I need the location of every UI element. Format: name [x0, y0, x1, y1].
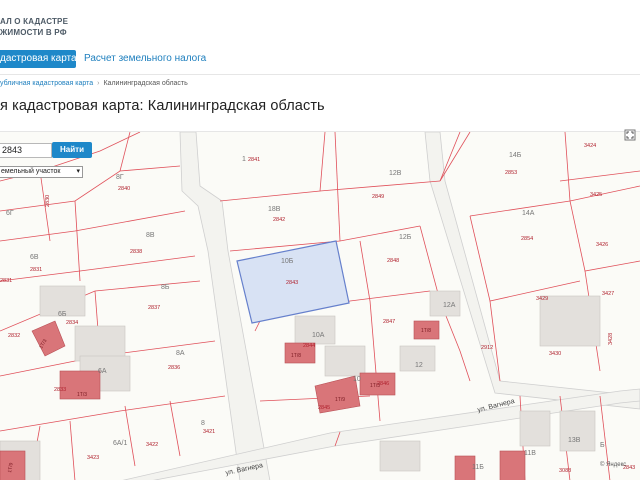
cad-number: 3429 — [536, 296, 548, 302]
parcel-id: 6В — [30, 254, 39, 261]
parcel-id: 10Б — [281, 258, 294, 265]
cad-number: 2842 — [273, 217, 285, 223]
cad-number: 3088 — [559, 468, 571, 474]
parcel-id: 6А — [98, 368, 107, 375]
tab-cadastral-map[interactable]: дастровая карта — [0, 50, 76, 68]
parcel-id: 10А — [312, 332, 325, 339]
parcel-id: 12В — [389, 170, 402, 177]
parcel-id: 11В — [524, 450, 536, 457]
parcel-id: 11Б — [472, 464, 484, 471]
cad-number: 3421 — [203, 429, 215, 435]
parcel-id: 18В — [268, 206, 281, 213]
cad-number: 2848 — [387, 258, 399, 264]
cad-number: 3428 — [608, 333, 614, 345]
building-label: 1Т/3 — [77, 392, 87, 398]
cad-number: 2845 — [318, 405, 330, 411]
map-canvas[interactable]: 1 8Г 6Г 8В 6В 8Б 6Б 8А 6А 6А/1 8 18В 10Б… — [0, 132, 640, 480]
parcel-id: 12 — [415, 362, 423, 369]
parcel-id: 10 — [353, 376, 361, 383]
building-label: 1Т/8 — [291, 353, 301, 359]
parcel-id: 8В — [146, 232, 155, 239]
chevron-down-icon: ▾ — [76, 168, 80, 175]
parcel-id: 8А — [176, 350, 185, 357]
cad-number: 3427 — [602, 291, 614, 297]
parcel-id: 8Б — [161, 284, 170, 291]
parcel-id: 14А — [522, 210, 535, 217]
search-input[interactable]: 2843 — [0, 143, 52, 158]
cad-number: 2832 — [8, 333, 20, 339]
breadcrumb-separator: › — [97, 80, 100, 87]
building-labels: 1Т/3 1Т/3 1Т/8 1Т/9 1Т/3 1Т/8 1Т/9 — [7, 328, 431, 473]
parcel-id: 12А — [443, 302, 456, 309]
cad-number: 2831 — [0, 278, 12, 284]
cad-number: 3424 — [584, 143, 596, 149]
cad-number: 2854 — [521, 236, 533, 242]
cad-number: 2836 — [168, 365, 180, 371]
building-label: 1Т/9 — [335, 397, 345, 403]
cad-number: 2912 — [481, 345, 493, 351]
page-title: я кадастровая карта: Калининградская обл… — [0, 98, 325, 114]
cad-number: 2843 — [286, 280, 298, 286]
cadastral-map[interactable]: 1 8Г 6Г 8В 6В 8Б 6Б 8А 6А 6А/1 8 18В 10Б… — [0, 131, 640, 480]
site-header: АЛ О КАДАСТРЕ ЖИМОСТИ В РФ — [0, 0, 640, 50]
map-credit[interactable]: © Яндекс — [600, 462, 626, 468]
breadcrumb-current: Калининградская область — [103, 80, 188, 87]
logo-text-line2[interactable]: ЖИМОСТИ В РФ — [0, 28, 67, 37]
cad-number: 2837 — [148, 305, 160, 311]
parcel-id: 6Г — [6, 210, 14, 217]
cad-number: 2849 — [372, 194, 384, 200]
breadcrumb-link[interactable]: убличная кадастровая карта — [0, 80, 93, 87]
logo-text-line1[interactable]: АЛ О КАДАСТРЕ — [0, 17, 68, 26]
tab-land-tax[interactable]: Расчет земельного налога — [84, 50, 206, 68]
cad-number: 3430 — [549, 351, 561, 357]
search-button[interactable]: Найти — [52, 142, 92, 158]
cad-number: 3425 — [590, 192, 602, 198]
cad-number: 2833 — [54, 387, 66, 393]
object-type-value: емельный участок — [1, 168, 61, 175]
parcel-id: 6Б — [58, 311, 67, 318]
cad-number: 2841 — [248, 157, 260, 163]
cad-number: 2830 — [45, 195, 51, 207]
cad-number: 3426 — [596, 242, 608, 248]
parcel-id: 8Г — [116, 174, 124, 181]
cad-number: 2853 — [505, 170, 517, 176]
building-label: 1Т/3 — [370, 383, 380, 389]
cad-number: 2844 — [303, 343, 315, 349]
road-east — [424, 132, 640, 410]
cad-number: 3423 — [87, 455, 99, 461]
parcel-id: 14Б — [509, 152, 522, 159]
cad-number: 2831 — [30, 267, 42, 273]
main-nav: дастровая карта Расчет земельного налога — [0, 50, 640, 70]
cad-number: 2834 — [66, 320, 78, 326]
cad-number: 2840 — [118, 186, 130, 192]
divider — [0, 74, 640, 75]
parcel-id: 1 — [242, 156, 246, 163]
parcel-id: 12Б — [399, 234, 412, 241]
parcel-id: 8 — [201, 420, 205, 427]
object-type-select[interactable]: емельный участок ▾ — [0, 166, 83, 178]
breadcrumb: убличная кадастровая карта › Калининградск… — [0, 78, 188, 90]
building-label: 1Т/8 — [421, 328, 431, 334]
cad-number: 2838 — [130, 249, 142, 255]
cad-number: 3422 — [146, 442, 158, 448]
cad-number: 2847 — [383, 319, 395, 325]
expand-icon[interactable] — [624, 129, 636, 141]
parcel-id: 6А/1 — [113, 440, 128, 447]
parcel-id: 13В — [568, 437, 581, 444]
parcel-id: Б — [600, 442, 605, 449]
